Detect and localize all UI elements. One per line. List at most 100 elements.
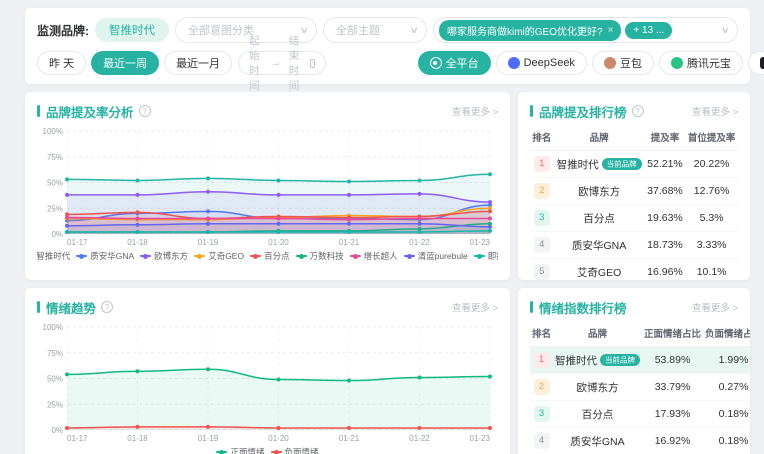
- legend-marker-icon: [194, 255, 205, 257]
- platform-button[interactable]: DeepSeek: [496, 51, 587, 75]
- svg-text:100%: 100%: [43, 127, 63, 136]
- keyword-tag[interactable]: 哪家服务商做kimi的GEO优化更好? ×: [439, 20, 621, 41]
- legend-item[interactable]: 即推AI: [474, 250, 498, 262]
- metric-value: 10.1%: [685, 259, 738, 281]
- svg-text:0%: 0%: [51, 230, 63, 239]
- rank-badge: 5: [534, 264, 550, 280]
- svg-text:01-20: 01-20: [268, 238, 289, 247]
- date-range-button[interactable]: 昨 天: [37, 51, 86, 75]
- platform-label: 豆包: [620, 55, 642, 71]
- date-range-picker[interactable]: 起始时间 → 结束时间: [238, 51, 326, 75]
- brand-name: 艾奇GEO: [577, 267, 621, 279]
- table-row[interactable]: 4质安华GNA16.92%0.18%: [530, 428, 750, 454]
- legend-marker-icon: [350, 255, 361, 257]
- metric-value: 12.76%: [685, 178, 738, 205]
- platform-button[interactable]: 全平台: [418, 51, 491, 75]
- brand-name: 质安华GNA: [570, 436, 624, 448]
- rank-badge: 2: [534, 183, 550, 199]
- legend-label: 增长超人: [364, 250, 398, 262]
- filter-row-bottom: 昨 天最近一周最近一月 起始时间 → 结束时间 全平台DeepSeek豆包腾讯元…: [37, 51, 738, 75]
- intent-category-placeholder: 全部意图分类: [188, 22, 295, 38]
- chevron-down-icon: ∨: [300, 25, 309, 36]
- brand-name: 欧博东方: [578, 186, 620, 198]
- info-icon[interactable]: ?: [101, 301, 113, 313]
- date-range-button[interactable]: 最近一周: [91, 51, 159, 75]
- legend-marker-icon: [474, 255, 485, 257]
- calendar-icon: [310, 59, 315, 68]
- all-platforms-icon: [430, 57, 442, 69]
- rank-badge: 2: [534, 379, 550, 395]
- svg-text:75%: 75%: [47, 349, 63, 358]
- info-icon[interactable]: ?: [139, 105, 151, 117]
- panel-title: 品牌提及排行榜: [539, 102, 627, 121]
- panel-sentiment-trend: 情绪趋势 ? 查看更多 > 0%25%50%75%100%01-1701-180…: [25, 288, 510, 454]
- table-row[interactable]: 2欧博东方37.68%12.76%: [530, 178, 738, 205]
- column-header: 排名: [530, 320, 553, 347]
- table-row[interactable]: 2欧博东方33.79%0.27%: [530, 374, 750, 401]
- platform-button[interactable]: 豆包: [592, 51, 654, 75]
- metric-value: 17.93%: [642, 401, 703, 428]
- remove-tag-icon[interactable]: ×: [608, 25, 614, 36]
- rank-badge: 3: [534, 406, 550, 422]
- legend-item[interactable]: 增长超人: [350, 250, 398, 262]
- panel-sentiment-ranking: 情绪指数排行榜 查看更多 > 排名品牌正面情绪占比负面情绪占比 1智推时代当前品…: [518, 288, 750, 454]
- date-range-button[interactable]: 最近一月: [164, 51, 232, 75]
- keyword-more-tag[interactable]: + 13 ...: [625, 22, 672, 39]
- table-row[interactable]: 1智推时代当前品牌52.21%20.22%: [530, 151, 738, 178]
- legend-item[interactable]: 质安华GNA: [76, 250, 134, 262]
- metric-value: 1.99%: [703, 347, 750, 374]
- svg-text:01-19: 01-19: [198, 238, 219, 247]
- date-range-buttons: 昨 天最近一周最近一月: [37, 51, 232, 75]
- legend-item[interactable]: 正面情绪: [216, 446, 264, 454]
- legend-item[interactable]: 欧博东方: [140, 250, 188, 262]
- date-end-placeholder: 结束时间: [289, 33, 302, 93]
- table-row[interactable]: 3 百分点 17.93%0.18%: [530, 401, 750, 428]
- brand-name: 百分点: [582, 409, 614, 421]
- view-more-link[interactable]: 查看更多 >: [692, 104, 738, 118]
- table-row[interactable]: 1智推时代当前品牌53.89%1.99%: [530, 347, 750, 374]
- svg-text:01-23: 01-23: [470, 238, 491, 247]
- svg-text:50%: 50%: [47, 179, 63, 188]
- metric-value: 0.18%: [703, 401, 750, 428]
- column-header: 负面情绪占比: [703, 320, 750, 347]
- legend-item[interactable]: 万数科技: [296, 250, 344, 262]
- svg-text:25%: 25%: [47, 204, 63, 213]
- monitor-brand-value[interactable]: 智推时代: [95, 18, 169, 42]
- table-row[interactable]: 4质安华GNA18.73%3.33%: [530, 232, 738, 259]
- column-header: 品牌: [554, 124, 645, 151]
- svg-text:01-19: 01-19: [198, 434, 219, 443]
- monitor-brand-label: 监测品牌:: [37, 22, 89, 39]
- metric-value: 52.21%: [645, 151, 686, 178]
- svg-text:01-22: 01-22: [409, 238, 430, 247]
- info-icon[interactable]: ?: [632, 105, 644, 117]
- table-row[interactable]: 3百分点19.63%5.3%: [530, 205, 738, 232]
- legend-item[interactable]: 负面情绪: [271, 446, 319, 454]
- column-header: 品牌: [553, 320, 642, 347]
- platform-button[interactable]: Kimi: [748, 51, 764, 75]
- view-more-link[interactable]: 查看更多 >: [692, 300, 738, 314]
- svg-text:100%: 100%: [43, 323, 63, 332]
- platform-button[interactable]: 腾讯元宝: [659, 51, 743, 75]
- legend-item[interactable]: 清蓝purebule: [404, 250, 468, 262]
- legend-item[interactable]: 艾奇GEO: [194, 250, 244, 262]
- panel-title: 情绪趋势: [46, 298, 96, 317]
- filter-row-top: 监测品牌: 智推时代 全部意图分类 ∨ 全部主题 ∨ 哪家服务商做kimi的GE…: [37, 17, 738, 43]
- svg-text:01-17: 01-17: [67, 434, 88, 443]
- svg-text:01-23: 01-23: [470, 434, 491, 443]
- panel-brand-mention-ranking: 品牌提及排行榜 ? 查看更多 > 排名品牌提及率首位提及率 1智推时代当前品牌5…: [518, 92, 750, 280]
- tencent-yuanbao-icon: [671, 57, 683, 69]
- view-more-link[interactable]: 查看更多 >: [452, 300, 498, 314]
- topic-select[interactable]: 全部主题 ∨: [323, 17, 427, 43]
- keyword-tag-label: 哪家服务商做kimi的GEO优化更好?: [447, 23, 603, 38]
- legend-item[interactable]: 百分点: [250, 250, 290, 262]
- chevron-down-icon: ∨: [721, 25, 730, 36]
- metric-value: 53.89%: [642, 347, 703, 374]
- table-row[interactable]: 5艾奇GEO16.96%10.1%: [530, 259, 738, 281]
- view-more-link[interactable]: 查看更多 >: [452, 104, 498, 118]
- current-brand-badge: 当前品牌: [600, 354, 640, 366]
- svg-text:01-21: 01-21: [339, 238, 360, 247]
- panel-title: 情绪指数排行榜: [539, 298, 627, 317]
- legend-item[interactable]: 智推时代: [37, 250, 70, 262]
- keyword-select[interactable]: 哪家服务商做kimi的GEO优化更好? × + 13 ... ∨: [433, 17, 738, 43]
- brand-name: 百分点: [583, 213, 615, 225]
